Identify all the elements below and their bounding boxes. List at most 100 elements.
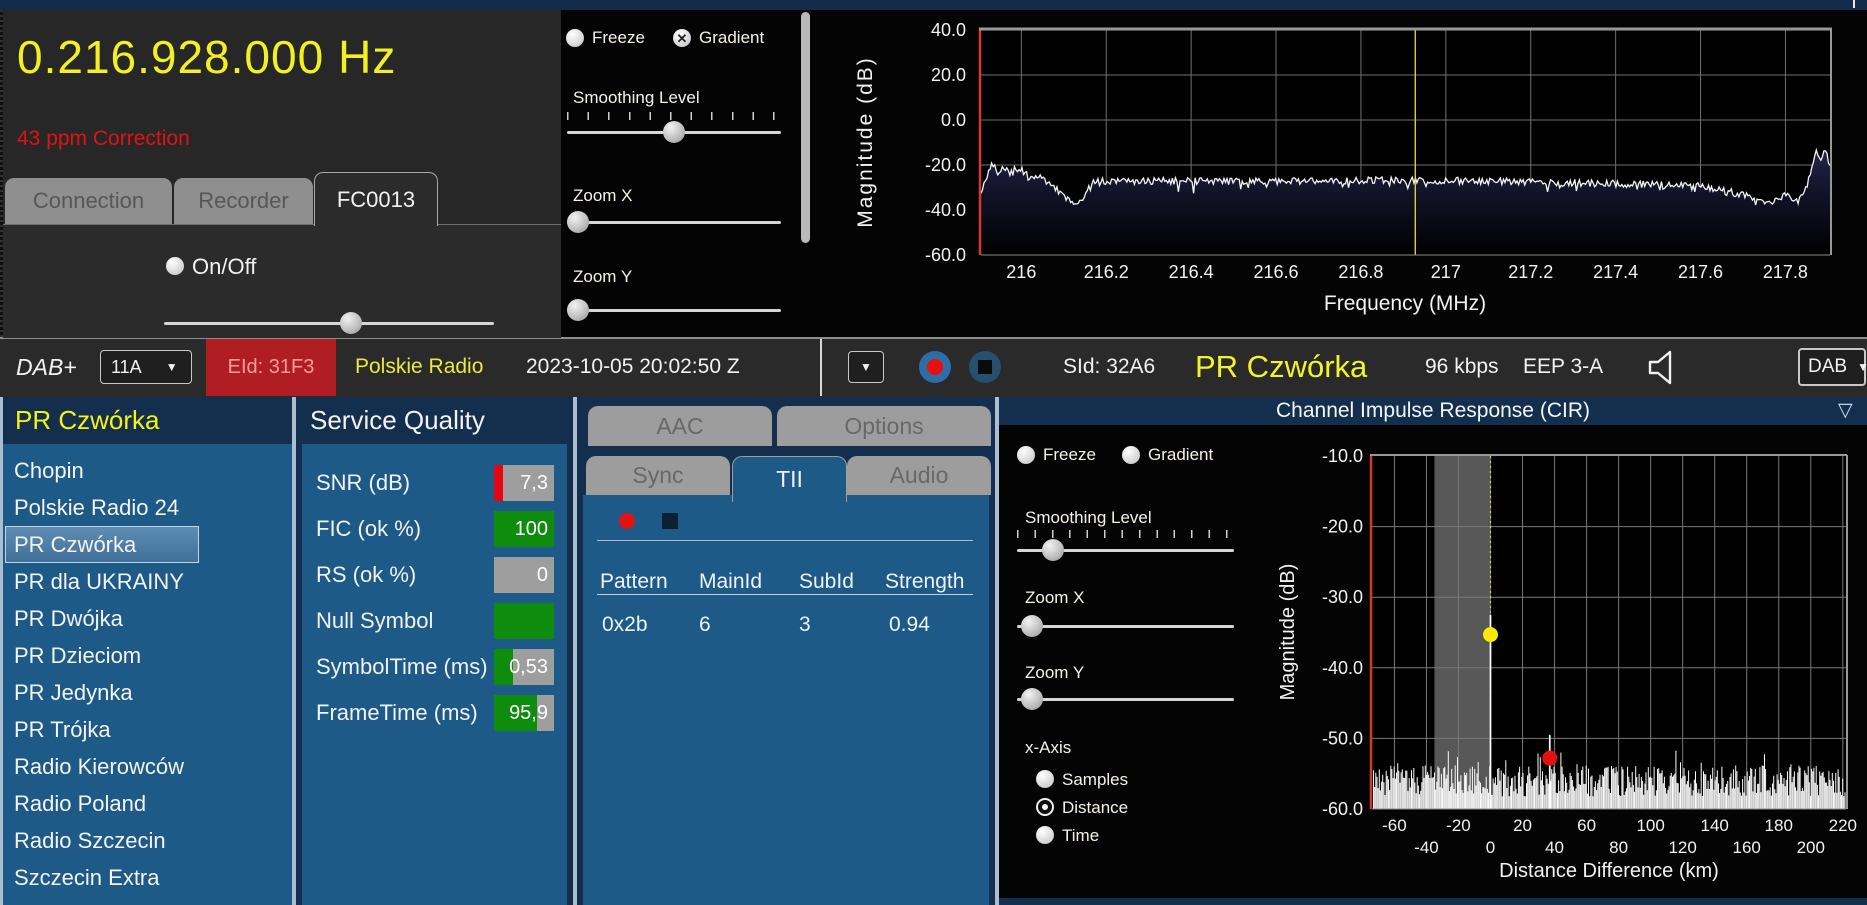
cir-gradient-radio[interactable]	[1122, 446, 1140, 464]
spectrum-controls-panel	[561, 10, 820, 337]
svg-text:140: 140	[1701, 816, 1729, 835]
quality-label: SymbolTime (ms)	[316, 654, 488, 680]
svg-text:20.0: 20.0	[931, 65, 966, 85]
tab-recorder[interactable]: Recorder	[174, 178, 313, 224]
frequency-unit: Hz	[338, 31, 396, 83]
gain-slider-handle[interactable]	[340, 312, 362, 334]
svg-text:40: 40	[1545, 838, 1564, 857]
tii-cell: 3	[799, 613, 811, 637]
spectrum-smoothing-ticks	[567, 112, 777, 120]
tuner-tab-content	[3, 224, 561, 338]
cir-zoom-y-label: Zoom Y	[1025, 663, 1084, 683]
service-list-item[interactable]: Polskie Radio 24	[3, 489, 292, 526]
spectrum-gradient-radio[interactable]: ✕	[673, 29, 691, 47]
tii-col-header: SubId	[799, 570, 854, 594]
tab-audio[interactable]: Audio	[847, 456, 991, 495]
tii-cell: 0.94	[889, 613, 930, 637]
tii-stop-indicator-icon[interactable]	[662, 513, 678, 529]
svg-text:217.8: 217.8	[1763, 262, 1808, 282]
datetime-label: 2023-10-05 20:02:50 Z	[526, 337, 740, 397]
service-list-item[interactable]: PR Trójka	[3, 711, 292, 748]
spectrum-smoothing-handle[interactable]	[663, 121, 685, 143]
cir-freeze-radio[interactable]	[1017, 446, 1035, 464]
spectrum-zoom-y-track[interactable]	[567, 309, 781, 312]
svg-text:-40: -40	[1414, 838, 1439, 857]
spectrum-zoom-y-handle[interactable]	[567, 299, 589, 321]
svg-text:-60.0: -60.0	[925, 245, 966, 265]
svg-text:-50.0: -50.0	[1322, 728, 1363, 748]
svg-text:160: 160	[1733, 838, 1761, 857]
service-dropdown-button[interactable]: ▼	[848, 351, 884, 383]
spectrum-plot[interactable]: 40.020.00.0-20.0-40.0-60.0216216.2216.42…	[820, 10, 1867, 337]
cir-zoom-y-handle[interactable]	[1021, 688, 1043, 710]
spectrum-zoom-x-track[interactable]	[567, 221, 781, 224]
tab-aac[interactable]: AAC	[588, 406, 772, 446]
service-list-item[interactable]: Radio Poland	[3, 785, 292, 822]
cir-xaxis-distance-radio[interactable]	[1036, 798, 1054, 816]
speaker-icon[interactable]	[1646, 349, 1684, 386]
tab-connection[interactable]: Connection	[5, 178, 172, 224]
svg-text:217.6: 217.6	[1678, 262, 1723, 282]
service-list-item[interactable]: Szczecin Extra	[3, 859, 292, 896]
cir-smoothing-ticks	[1017, 530, 1230, 538]
service-list-item[interactable]: Chopin	[3, 452, 292, 489]
cir-zoom-x-track[interactable]	[1017, 625, 1234, 628]
channel-select[interactable]: 11A ▼	[100, 350, 192, 384]
window-corner-mark	[1853, 0, 1855, 8]
svg-text:216.8: 216.8	[1338, 262, 1383, 282]
tab-sync[interactable]: Sync	[586, 456, 730, 495]
service-list-item[interactable]: PR Dwójka	[3, 600, 292, 637]
service-list-item[interactable]: PR dla UKRAINY	[3, 563, 292, 600]
tii-header-underline	[597, 594, 973, 595]
agc-radio[interactable]	[166, 257, 184, 275]
cir-xaxis-time-radio[interactable]	[1036, 826, 1054, 844]
tab-options[interactable]: Options	[777, 406, 991, 446]
service-list-item[interactable]: PR Czwórka	[3, 526, 292, 563]
svg-text:0.0: 0.0	[941, 110, 966, 130]
quality-label: FIC (ok %)	[316, 516, 421, 542]
cir-xaxis-distance-label: Distance	[1062, 798, 1128, 818]
tii-record-indicator-icon[interactable]	[619, 513, 635, 529]
svg-text:0: 0	[1486, 838, 1495, 857]
spectrum-smoothing-label: Smoothing Level	[573, 88, 700, 108]
ppm-correction-label: 43 ppm Correction	[17, 127, 190, 151]
cir-plot[interactable]: -10.0-20.0-30.0-40.0-50.0-60.0-60-202060…	[1250, 425, 1867, 898]
svg-text:Magnitude (dB): Magnitude (dB)	[1277, 564, 1299, 701]
svg-text:-10.0: -10.0	[1322, 446, 1363, 466]
tii-col-header: Strength	[885, 570, 964, 594]
controls-scrollbar[interactable]	[801, 12, 810, 243]
cir-zoom-x-handle[interactable]	[1021, 615, 1043, 637]
svg-text:217.4: 217.4	[1593, 262, 1638, 282]
svg-text:Magnitude (dB): Magnitude (dB)	[854, 56, 877, 228]
agc-onoff-label: On/Off	[192, 254, 256, 280]
cir-xaxis-samples-radio[interactable]	[1036, 770, 1054, 788]
cir-header: Channel Impulse Response (CIR)	[999, 397, 1867, 425]
svg-text:Distance Difference (km): Distance Difference (km)	[1499, 860, 1719, 882]
service-list-item[interactable]: PR Dzieciom	[3, 637, 292, 674]
chevron-down-icon: ▼	[1857, 360, 1867, 374]
output-device-select[interactable]: DAB ▼	[1798, 348, 1866, 386]
record-button[interactable]	[918, 350, 952, 384]
svg-text:Frequency (MHz): Frequency (MHz)	[1324, 292, 1486, 315]
service-list-header: PR Czwórka	[3, 397, 292, 444]
gain-slider-track[interactable]	[164, 322, 494, 325]
service-list-item[interactable]: Radio Kierowców	[3, 748, 292, 785]
spectrum-gradient-label: Gradient	[699, 28, 764, 48]
stop-button[interactable]	[968, 350, 1002, 384]
quality-bar-segment	[494, 603, 554, 639]
service-id-label: SId: 32A6	[1063, 337, 1155, 397]
service-list: ChopinPolskie Radio 24PR CzwórkaPR dla U…	[3, 452, 292, 896]
cir-zoom-y-track[interactable]	[1017, 698, 1234, 701]
svg-text:-60.0: -60.0	[1322, 799, 1363, 819]
collapse-triangle-icon[interactable]: ▽	[1838, 399, 1853, 422]
svg-text:-40.0: -40.0	[1322, 658, 1363, 678]
spectrum-freeze-radio[interactable]	[566, 29, 584, 47]
service-list-item[interactable]: PR Jedynka	[3, 674, 292, 711]
service-list-item[interactable]: Radio Szczecin	[3, 822, 292, 859]
cir-gradient-label: Gradient	[1148, 445, 1213, 465]
tab-fc0013[interactable]: FC0013	[314, 172, 438, 226]
protection-label: EEP 3-A	[1523, 337, 1603, 397]
spectrum-zoom-x-handle[interactable]	[567, 211, 589, 233]
tab-tii[interactable]: TII	[732, 456, 847, 502]
cir-xaxis-label: x-Axis	[1025, 738, 1071, 758]
